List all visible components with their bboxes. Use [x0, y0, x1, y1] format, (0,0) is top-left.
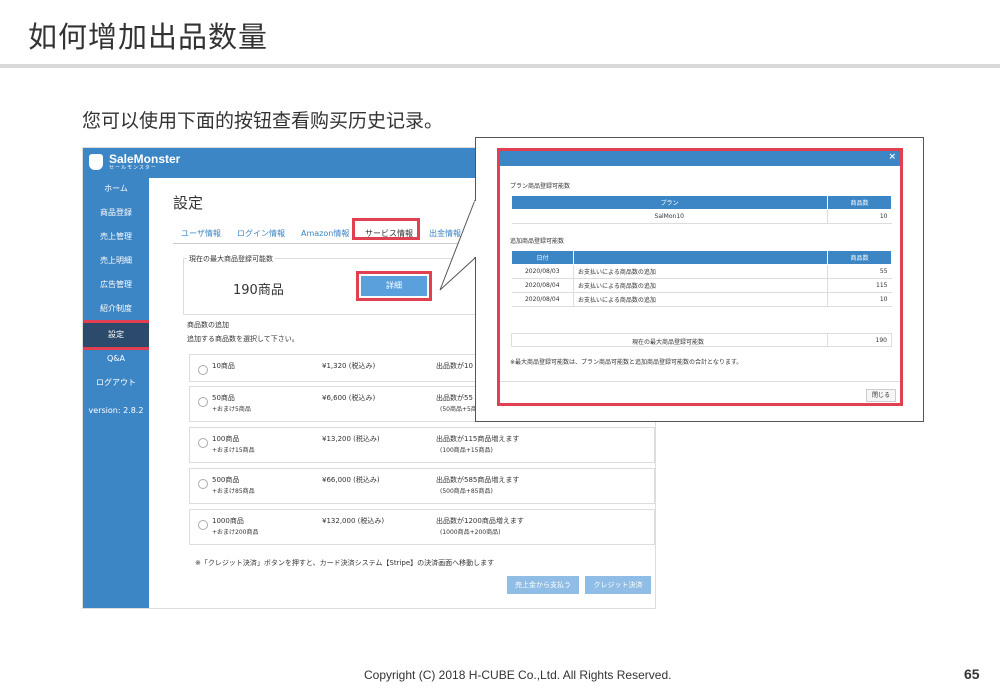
modal-note: ※最大商品登録可能数は、プラン商品可能数と追加商品登録可能数の合計となります。 [510, 359, 743, 366]
modal-header: × [500, 151, 900, 166]
close-button[interactable]: 閉じる [866, 389, 896, 402]
count-header: 商品数 [827, 250, 892, 265]
date-cell: 2020/08/04 [511, 292, 574, 307]
copyright: Copyright (C) 2018 H-CUBE Co.,Ltd. All R… [364, 668, 672, 682]
table-row: SalMon10 10 [511, 209, 892, 224]
table-row: 2020/08/04 お支払いによる商品数の追加 10 [511, 292, 892, 307]
total-row: 現在の最大商品登録可能数 190 [511, 333, 892, 347]
total-value: 190 [875, 337, 887, 344]
additional-table: 日付 商品数 2020/08/03 お支払いによる商品数の追加 55 2020/… [511, 250, 892, 307]
desc-cell: お支払いによる商品数の追加 [573, 292, 828, 307]
total-divider [827, 334, 828, 346]
plan-cell: SalMon10 [511, 209, 828, 224]
date-cell: 2020/08/04 [511, 278, 574, 293]
table-row: 2020/08/04 お支払いによる商品数の追加 115 [511, 278, 892, 293]
additional-label: 追加商品登録可能数 [510, 238, 565, 245]
plan-table: プラン 商品数 SalMon10 10 [511, 195, 892, 224]
date-header: 日付 [511, 250, 574, 265]
table-row: 2020/08/03 お支払いによる商品数の追加 55 [511, 264, 892, 279]
count-cell: 10 [827, 209, 892, 224]
desc-cell: お支払いによる商品数の追加 [573, 278, 828, 293]
count-cell: 10 [827, 292, 892, 307]
count-cell: 55 [827, 264, 892, 279]
count-header: 商品数 [827, 195, 892, 210]
purchase-history-modal: × プラン商品登録可能数 プラン 商品数 SalMon10 10 追加商品登録可… [497, 148, 903, 406]
plan-header: プラン [511, 195, 828, 210]
modal-footer-divider [500, 381, 900, 382]
plan-label: プラン商品登録可能数 [510, 183, 571, 190]
date-cell: 2020/08/03 [511, 264, 574, 279]
page-number: 65 [964, 666, 980, 682]
total-label: 現在の最大商品登録可能数 [632, 339, 705, 346]
desc-cell: お支払いによる商品数の追加 [573, 264, 828, 279]
desc-header [573, 250, 828, 265]
count-cell: 115 [827, 278, 892, 293]
close-icon[interactable]: × [888, 152, 896, 162]
